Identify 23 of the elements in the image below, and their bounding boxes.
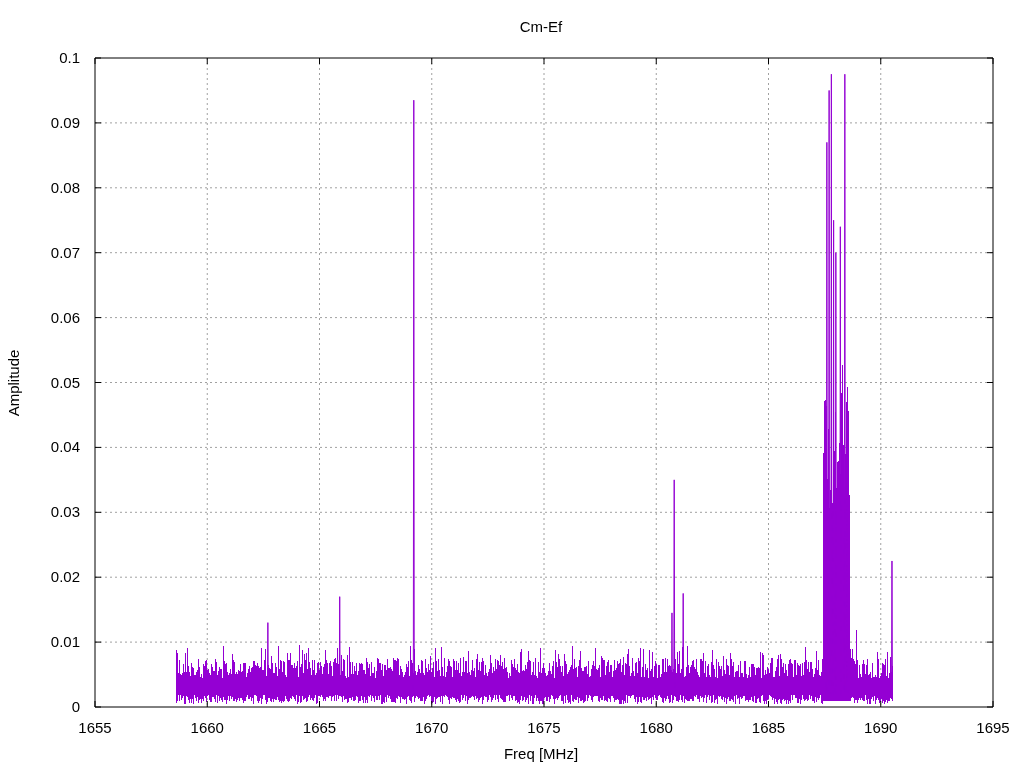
- axis-label: Amplitude: [5, 349, 22, 417]
- tick-label: 0.03: [50, 503, 80, 521]
- tick-label: 0.05: [50, 373, 80, 391]
- tick-label: 1680: [639, 719, 673, 736]
- tick-label: 0.02: [50, 568, 80, 586]
- tick-label: 1670: [415, 719, 449, 736]
- tick-label: 0.06: [50, 308, 80, 326]
- chart-title: Cm-Ef: [519, 18, 563, 35]
- tick-label: 0.04: [50, 438, 80, 456]
- tick-label: 1675: [527, 719, 561, 736]
- axis-label: Freq [MHz]: [503, 745, 579, 762]
- tick-label: 1690: [864, 719, 898, 736]
- tick-label: 0: [71, 698, 80, 715]
- tick-label: 0.01: [50, 633, 80, 651]
- tick-label: 0.07: [50, 243, 80, 261]
- tick-label: 1685: [751, 719, 786, 736]
- tick-label: 1660: [190, 719, 224, 736]
- tick-label: 1655: [78, 719, 112, 736]
- tick-label: 0.1: [59, 49, 80, 66]
- tick-label: 1695: [976, 719, 1010, 736]
- tick-label: 0.08: [50, 178, 80, 196]
- tick-label: 0.09: [50, 113, 80, 131]
- tick-label: 1665: [302, 719, 337, 736]
